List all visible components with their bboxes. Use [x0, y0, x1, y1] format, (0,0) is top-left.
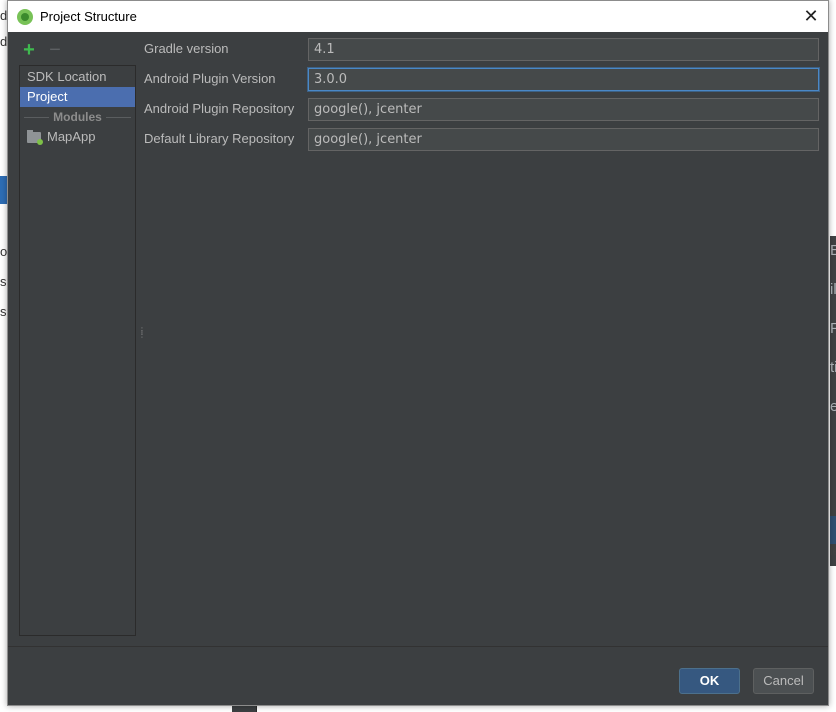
section-divider — [105, 116, 132, 118]
background-selection-strip — [0, 176, 7, 204]
android-studio-icon — [17, 8, 33, 25]
background-text-fragment: ti — [830, 359, 836, 376]
sidebar-item-mapapp[interactable]: MapApp — [20, 127, 135, 147]
ok-button[interactable]: OK — [679, 668, 740, 694]
cancel-button[interactable]: Cancel — [753, 668, 814, 694]
module-label: MapApp — [47, 129, 96, 144]
background-selection-strip — [830, 516, 836, 544]
default-library-repository-field[interactable]: google(), jcenter — [308, 128, 819, 151]
background-text-fragment: F — [830, 320, 836, 337]
section-divider — [24, 116, 50, 118]
background-text-fragment: E — [830, 242, 836, 259]
gradle-version-label: Gradle version — [144, 41, 229, 56]
gradle-version-field[interactable]: 4.1 — [308, 38, 819, 61]
sidebar-item-sdk-location[interactable]: SDK Location — [20, 67, 135, 87]
splitter-handle[interactable]: ⋮ ⋮ — [138, 327, 146, 345]
remove-icon[interactable]: − — [44, 39, 66, 62]
close-icon: ✕ — [803, 6, 819, 26]
background-text-fragment: e — [830, 398, 836, 415]
sidebar-toolbar: + − — [18, 37, 66, 63]
project-structure-dialog: Project Structure ✕ + − SDK Location Pro… — [7, 0, 829, 706]
module-folder-icon — [27, 129, 43, 145]
sidebar: SDK Location Project Modules MapApp — [19, 65, 136, 636]
close-button[interactable]: ✕ — [800, 5, 822, 27]
add-icon[interactable]: + — [18, 39, 40, 62]
modules-header-label: Modules — [53, 110, 102, 124]
android-plugin-repository-field[interactable]: google(), jcenter — [308, 98, 819, 121]
background-text-fragment: il — [830, 281, 836, 298]
dialog-title: Project Structure — [40, 9, 137, 24]
background-text-fragment: le — [830, 544, 836, 558]
android-plugin-repository-label: Android Plugin Repository — [144, 101, 295, 116]
title-bar[interactable]: Project Structure ✕ — [8, 1, 828, 32]
sidebar-item-project[interactable]: Project — [20, 87, 135, 107]
default-library-repository-label: Default Library Repository — [144, 131, 295, 146]
android-plugin-version-label: Android Plugin Version — [144, 71, 276, 86]
modules-section-header: Modules — [20, 108, 135, 126]
footer-divider — [8, 646, 828, 647]
android-plugin-version-field[interactable]: 3.0.0 — [308, 68, 819, 91]
